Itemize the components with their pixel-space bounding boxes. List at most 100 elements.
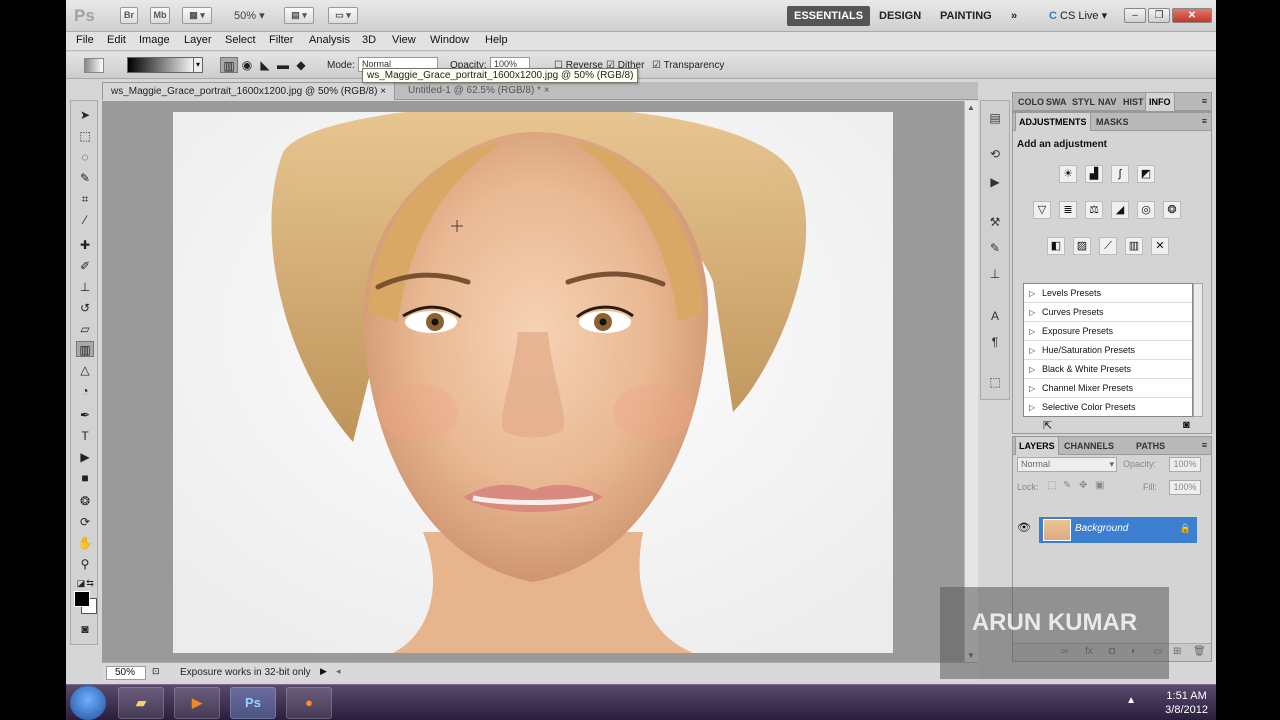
3d-panel-icon[interactable]: ⬚ <box>986 373 1004 391</box>
presets-scrollbar[interactable] <box>1193 283 1203 417</box>
panel-menu-icon[interactable]: ≡ <box>1202 96 1207 106</box>
panel-menu-icon[interactable]: ≡ <box>1202 116 1207 126</box>
lock-position-icon[interactable]: ✥ <box>1079 480 1087 491</box>
dodge-tool-icon[interactable]: ◔ <box>76 383 94 399</box>
levels-icon[interactable]: ▟ <box>1085 165 1103 183</box>
tab-layers[interactable]: LAYERS <box>1015 437 1059 455</box>
canvas-vertical-scrollbar[interactable]: ▲ ▼ <box>964 101 978 662</box>
brush-tool-icon[interactable]: ✐ <box>76 258 94 274</box>
minibridge-icon[interactable]: ▤ <box>986 109 1004 127</box>
workspace-painting[interactable]: PAINTING <box>933 6 999 26</box>
reflected-gradient-icon[interactable]: ▬ <box>274 57 292 73</box>
preset-item[interactable]: ▷ Curves Presets <box>1024 303 1192 322</box>
blend-mode-select[interactable]: Normal ▾ <box>1017 457 1117 472</box>
hand-tool-icon[interactable]: ✋ <box>76 535 94 551</box>
shape-tool-icon[interactable]: ■ <box>76 470 94 486</box>
new-layer-icon[interactable]: ⊞ <box>1173 646 1181 657</box>
history-brush-tool-icon[interactable]: ↺ <box>76 300 94 316</box>
3d-rotate-tool-icon[interactable]: ❂ <box>76 493 94 509</box>
tool-preset-picker[interactable] <box>84 58 104 73</box>
3d-orbit-tool-icon[interactable]: ⟳ <box>76 514 94 530</box>
tab-paths[interactable]: PATHS <box>1133 437 1168 455</box>
minibridge-button[interactable]: Mb <box>150 7 170 24</box>
scroll-up-icon[interactable]: ▲ <box>967 103 975 112</box>
status-menu-arrow[interactable]: ▶ <box>320 666 327 677</box>
menu-select[interactable]: Select <box>225 34 256 46</box>
tool-presets-icon[interactable]: ⚒ <box>986 213 1004 231</box>
linear-gradient-icon[interactable]: ▥ <box>220 57 238 73</box>
eye-icon[interactable]: 👁 <box>1017 521 1031 535</box>
channel-mixer-icon[interactable]: ❂ <box>1163 201 1181 219</box>
workspace-essentials[interactable]: ESSENTIALS <box>787 6 871 26</box>
explorer-taskbar-button[interactable]: ▰ <box>118 687 164 719</box>
radial-gradient-icon[interactable]: ◉ <box>238 57 256 73</box>
fill-field[interactable]: 100% <box>1169 480 1201 495</box>
black-white-icon[interactable]: ◢ <box>1111 201 1129 219</box>
tab-histogram[interactable]: HIST <box>1120 93 1147 111</box>
layer-opacity-field[interactable]: 100% <box>1169 457 1201 472</box>
diamond-gradient-icon[interactable]: ◆ <box>292 57 310 73</box>
gradient-picker[interactable] <box>127 57 197 73</box>
lock-all-icon[interactable]: ▣ <box>1095 480 1104 491</box>
transparency-checkbox[interactable]: ☑ Transparency <box>652 60 724 71</box>
lock-image-icon[interactable]: ✎ <box>1063 480 1071 491</box>
lock-transparency-icon[interactable]: ⬚ <box>1047 480 1056 491</box>
tab-swatches[interactable]: SWA <box>1043 93 1070 111</box>
paragraph-icon[interactable]: ¶ <box>986 333 1004 351</box>
menu-edit[interactable]: Edit <box>107 34 126 46</box>
preset-item[interactable]: ▷ Selective Color Presets <box>1024 398 1192 416</box>
healing-brush-tool-icon[interactable]: ✚ <box>76 237 94 253</box>
document-tab-untitled[interactable]: Untitled-1 @ 62.5% (RGB/8) * × <box>400 82 558 100</box>
angle-gradient-icon[interactable]: ◣ <box>256 57 274 73</box>
swap-colors-icon[interactable]: ⇆ <box>81 575 99 591</box>
eyedropper-tool-icon[interactable]: ⁄ <box>76 212 94 228</box>
color-balance-icon[interactable]: ⚖ <box>1085 201 1103 219</box>
clone-source-icon[interactable]: ⊥ <box>986 265 1004 283</box>
history-icon[interactable]: ⟲ <box>986 145 1004 163</box>
brightness-contrast-icon[interactable]: ☀ <box>1059 165 1077 183</box>
clip-to-layer-icon[interactable]: ◙ <box>1183 419 1190 431</box>
quick-selection-tool-icon[interactable]: ✎ <box>76 170 94 186</box>
close-icon[interactable]: × <box>544 85 550 96</box>
photo-filter-icon[interactable]: ◎ <box>1137 201 1155 219</box>
document-tab-portrait[interactable]: ws_Maggie_Grace_portrait_1600x1200.jpg @… <box>102 82 396 100</box>
arrange-documents-button[interactable]: ▤ ▾ <box>284 7 314 24</box>
blur-tool-icon[interactable]: △ <box>76 362 94 378</box>
invert-icon[interactable]: ◧ <box>1047 237 1065 255</box>
foreground-color-swatch[interactable] <box>74 591 90 607</box>
firefox-taskbar-button[interactable]: ● <box>286 687 332 719</box>
return-to-list-icon[interactable]: ⇱ <box>1043 419 1052 432</box>
preset-item[interactable]: ▷ Channel Mixer Presets <box>1024 379 1192 398</box>
restore-button[interactable]: ❐ <box>1148 8 1170 23</box>
workspace-design[interactable]: DESIGN <box>872 6 928 26</box>
preset-item[interactable]: ▷ Levels Presets <box>1024 284 1192 303</box>
menu-view[interactable]: View <box>392 34 416 46</box>
status-info-icon[interactable]: ⊡ <box>152 666 160 677</box>
panel-menu-icon[interactable]: ≡ <box>1202 440 1207 450</box>
gradient-dropdown-button[interactable]: ▾ <box>193 57 203 73</box>
menu-analysis[interactable]: Analysis <box>309 34 350 46</box>
preset-item[interactable]: ▷ Hue/Saturation Presets <box>1024 341 1192 360</box>
menu-filter[interactable]: Filter <box>269 34 293 46</box>
tab-styles[interactable]: STYL <box>1069 93 1098 111</box>
move-tool-icon[interactable]: ➤ <box>76 107 94 123</box>
close-icon[interactable]: × <box>380 86 386 97</box>
status-zoom-field[interactable]: 50% <box>106 666 146 680</box>
type-tool-icon[interactable]: T <box>76 428 94 444</box>
character-icon[interactable]: A <box>986 307 1004 325</box>
menu-3d[interactable]: 3D <box>362 34 376 46</box>
quick-mask-icon[interactable]: ◙ <box>76 621 94 637</box>
menu-file[interactable]: File <box>76 34 94 46</box>
gradient-map-icon[interactable]: ▥ <box>1125 237 1143 255</box>
more-workspaces-button[interactable]: » <box>1004 6 1024 26</box>
clone-stamp-tool-icon[interactable]: ⊥ <box>76 279 94 295</box>
hue-saturation-icon[interactable]: ≣ <box>1059 201 1077 219</box>
pen-tool-icon[interactable]: ✒ <box>76 407 94 423</box>
gradient-tool-icon[interactable]: ▥ <box>76 341 94 357</box>
brush-presets-icon[interactable]: ✎ <box>986 239 1004 257</box>
close-button[interactable]: ✕ <box>1172 8 1212 23</box>
selective-color-icon[interactable]: ✕ <box>1151 237 1169 255</box>
exposure-icon[interactable]: ◩ <box>1137 165 1155 183</box>
minimize-button[interactable]: – <box>1124 8 1146 23</box>
vibrance-icon[interactable]: ▽ <box>1033 201 1051 219</box>
